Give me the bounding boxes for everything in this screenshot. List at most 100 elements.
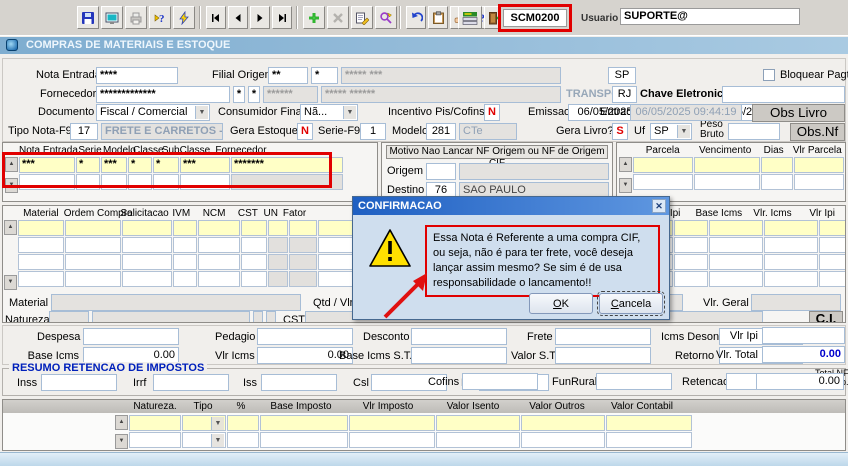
chevron-down-icon[interactable]: ▼: [211, 434, 224, 447]
fornecedor-f3-field[interactable]: *: [248, 86, 260, 103]
grid-cell[interactable]: [819, 220, 846, 236]
nota-grid-row[interactable]: [18, 174, 343, 190]
grid-cell[interactable]: [819, 237, 846, 253]
user-field[interactable]: SUPORTE@: [620, 8, 800, 25]
last-record-button[interactable]: [272, 6, 292, 29]
funrural-field[interactable]: [596, 373, 672, 390]
grid-cell[interactable]: [198, 220, 240, 236]
iss-field[interactable]: [261, 374, 337, 391]
grid-cell[interactable]: [674, 237, 708, 253]
grid-cell[interactable]: [129, 432, 181, 448]
inss-field[interactable]: [41, 374, 117, 391]
grid-cell[interactable]: [241, 237, 267, 253]
grid-cell[interactable]: [128, 174, 152, 190]
grid-cell[interactable]: [436, 432, 520, 448]
grid-cell[interactable]: [129, 415, 181, 431]
modelo-code-field[interactable]: 281: [426, 123, 456, 140]
consumidor-final-select[interactable]: Nã...▼: [300, 104, 358, 121]
undo-button[interactable]: [406, 6, 426, 29]
grid-cell[interactable]: ▼: [182, 432, 226, 448]
grid-cell[interactable]: [289, 220, 317, 236]
grid-cell[interactable]: [709, 271, 763, 287]
delete-record-button[interactable]: [327, 6, 349, 29]
grid-cell[interactable]: [349, 432, 435, 448]
grid-cell[interactable]: [173, 254, 197, 270]
first-record-button[interactable]: [206, 6, 226, 29]
grid-cell[interactable]: [764, 254, 818, 270]
enter-query-button[interactable]: [351, 6, 373, 29]
grid-cell[interactable]: [122, 220, 172, 236]
grid-cell[interactable]: [241, 254, 267, 270]
grid-cell[interactable]: [694, 157, 760, 173]
grid-cell[interactable]: [761, 174, 793, 190]
grid-cell[interactable]: [694, 174, 760, 190]
ok-button[interactable]: OK: [529, 293, 593, 314]
incentivo-field[interactable]: N: [484, 104, 500, 121]
filial-code-field[interactable]: **: [268, 67, 308, 84]
dialog-titlebar[interactable]: CONFIRMACAO ✕: [353, 197, 669, 215]
grid-cell[interactable]: [18, 220, 64, 236]
grid-cell[interactable]: [173, 237, 197, 253]
grid-cell[interactable]: [198, 271, 240, 287]
grid-cell[interactable]: [674, 254, 708, 270]
grid-cell[interactable]: [764, 237, 818, 253]
grid-cell[interactable]: [18, 254, 64, 270]
grid-cell[interactable]: [349, 415, 435, 431]
motivo-bar[interactable]: Motivo Nao Lancar NF Origem ou NF de Ori…: [386, 145, 608, 159]
vlr-total-field[interactable]: 0.00: [762, 346, 845, 363]
nota-grid-row-active[interactable]: *** * *** * * *** *******: [18, 157, 343, 173]
gera-estoque-field[interactable]: N: [297, 123, 313, 140]
print-preview-button[interactable]: [101, 6, 123, 29]
fornecedor-f2-field[interactable]: *: [233, 86, 245, 103]
grid-cell[interactable]: ***: [180, 157, 230, 173]
grid-cell[interactable]: [260, 432, 348, 448]
pedagio-field[interactable]: [257, 328, 353, 345]
grid-cell[interactable]: ***: [101, 157, 127, 173]
imposto-grid-row-active[interactable]: ▼: [128, 415, 692, 431]
grid-cell[interactable]: [101, 174, 127, 190]
grid-cell[interactable]: [65, 220, 121, 236]
help-context-button[interactable]: ?: [149, 6, 171, 29]
nota-entrada-field[interactable]: ****: [96, 67, 178, 84]
serie-f9-field[interactable]: 1: [360, 123, 386, 140]
grid-cell[interactable]: [794, 157, 844, 173]
grid-cell[interactable]: [18, 237, 64, 253]
execute-button[interactable]: [173, 6, 195, 29]
filial-digit-field[interactable]: *: [311, 67, 338, 84]
insert-record-button[interactable]: [303, 6, 325, 29]
grid-cell[interactable]: [764, 220, 818, 236]
grid-cell[interactable]: ▼: [182, 415, 226, 431]
grid-cell[interactable]: [227, 432, 259, 448]
grid-cell[interactable]: [198, 254, 240, 270]
grid-cell[interactable]: [819, 271, 846, 287]
grid-cell[interactable]: [633, 157, 693, 173]
chevron-down-icon[interactable]: ▼: [211, 417, 224, 430]
parcela-grid-row-active[interactable]: [632, 157, 844, 173]
grid-cell[interactable]: [173, 220, 197, 236]
grid-cell[interactable]: [173, 271, 197, 287]
grid-cell[interactable]: *******: [231, 157, 343, 173]
grid-scrollbar[interactable]: ▲▼: [619, 157, 632, 193]
uf-field[interactable]: SP: [608, 67, 636, 84]
grid-cell[interactable]: [606, 432, 692, 448]
grid-cell[interactable]: [122, 271, 172, 287]
grid-cell[interactable]: [19, 174, 75, 190]
grid-cell[interactable]: [65, 271, 121, 287]
grid-cell[interactable]: [198, 237, 240, 253]
gera-livro-field[interactable]: S: [612, 123, 628, 140]
grid-cell[interactable]: [436, 415, 520, 431]
chevron-down-icon[interactable]: ▼: [677, 125, 690, 138]
grid-cell[interactable]: [709, 254, 763, 270]
grid-cell[interactable]: [241, 271, 267, 287]
grid-cell[interactable]: [794, 174, 844, 190]
grid-scrollbar[interactable]: ▲▼: [4, 220, 17, 290]
grid-cell[interactable]: [819, 254, 846, 270]
grid-cell[interactable]: [674, 220, 708, 236]
uf-select[interactable]: SP▼: [650, 123, 692, 140]
grid-cell[interactable]: [709, 237, 763, 253]
irrf-field[interactable]: [153, 374, 229, 391]
chave-eletronica-field[interactable]: [722, 86, 845, 103]
save-button[interactable]: [77, 6, 99, 29]
total-nf-field[interactable]: 0.00: [756, 373, 844, 390]
print-button[interactable]: [125, 6, 147, 29]
